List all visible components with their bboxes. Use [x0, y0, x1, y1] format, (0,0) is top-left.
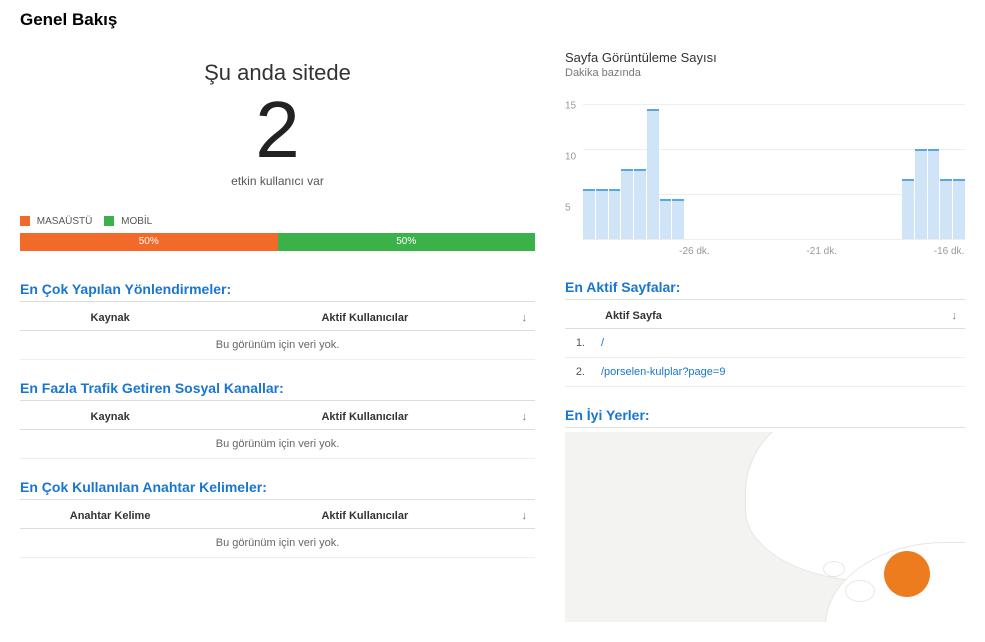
- active-pages-table: Aktif Sayfa ↓ 1. / 2. /porselen-kulplar?pag…: [565, 304, 965, 387]
- device-bar-mobile: 50%: [278, 233, 536, 251]
- device-legend: MASAÜSTÜ MOBİL: [20, 216, 535, 227]
- pageviews-chart-subtitle: Dakika bazında: [565, 67, 965, 79]
- pageviews-bar: [953, 179, 965, 239]
- legend-label-desktop: MASAÜSTÜ: [37, 216, 93, 227]
- pageviews-bar: [609, 189, 621, 239]
- referrals-heading[interactable]: En Çok Yapılan Yönlendirmeler:: [20, 281, 535, 302]
- pageviews-chart-title: Sayfa Görüntüleme Sayısı: [565, 50, 965, 65]
- keywords-col-keyword[interactable]: Anahtar Kelime: [20, 504, 200, 529]
- pageviews-bar: [596, 189, 608, 239]
- device-bar-desktop: 50%: [20, 233, 278, 251]
- referrals-col-source[interactable]: Kaynak: [20, 306, 200, 331]
- active-page-link[interactable]: /: [601, 337, 604, 349]
- x-tick: -16 dk.: [933, 246, 965, 257]
- legend-item-mobile: MOBİL: [104, 216, 152, 227]
- sort-desc-icon: ↓: [522, 510, 528, 522]
- keywords-col-users[interactable]: Aktif Kullanıcılar ↓: [200, 504, 535, 529]
- active-pages-col-page[interactable]: Aktif Sayfa ↓: [565, 304, 965, 329]
- social-table: Kaynak Aktif Kullanıcılar ↓ Bu görünüm i…: [20, 405, 535, 459]
- pageviews-bar: [621, 169, 633, 239]
- sort-desc-icon: ↓: [952, 310, 958, 322]
- x-tick: -26 dk.: [678, 246, 710, 257]
- active-users-subtext: etkin kullanıcı var: [20, 174, 535, 188]
- active-users-panel: Şu anda sitede 2 etkin kullanıcı var: [20, 60, 535, 188]
- sort-desc-icon: ↓: [522, 411, 528, 423]
- y-tick-5: 5: [565, 203, 571, 214]
- pageviews-bar: [915, 149, 927, 239]
- referrals-col-users[interactable]: Aktif Kullanıcılar ↓: [200, 306, 535, 331]
- active-users-count: 2: [20, 90, 535, 170]
- locations-map[interactable]: [565, 432, 965, 622]
- referrals-table: Kaynak Aktif Kullanıcılar ↓ Bu görünüm i…: [20, 306, 535, 360]
- social-heading[interactable]: En Fazla Trafik Getiren Sosyal Kanallar:: [20, 380, 535, 401]
- keywords-table: Anahtar Kelime Aktif Kullanıcılar ↓ Bu g…: [20, 504, 535, 558]
- pageviews-bar: [583, 189, 595, 239]
- legend-label-mobile: MOBİL: [121, 216, 152, 227]
- pageviews-bar: [902, 179, 914, 239]
- page-title: Genel Bakış: [20, 10, 965, 30]
- row-index: 1.: [565, 329, 593, 358]
- pageviews-bar: [660, 199, 672, 239]
- pageviews-bar: [672, 199, 684, 239]
- x-tick: -21 dk.: [806, 246, 838, 257]
- device-split-bar: 50% 50%: [20, 233, 535, 251]
- top-locations-heading[interactable]: En İyi Yerler:: [565, 407, 965, 428]
- pageviews-bar: [647, 109, 659, 239]
- pageviews-bar: [940, 179, 952, 239]
- pageviews-bar: [634, 169, 646, 239]
- social-col-source[interactable]: Kaynak: [20, 405, 200, 430]
- legend-swatch-desktop: [20, 216, 30, 226]
- keywords-heading[interactable]: En Çok Kullanılan Anahtar Kelimeler:: [20, 479, 535, 500]
- table-row: 2. /porselen-kulplar?page=9: [565, 358, 965, 387]
- table-row: 1. /: [565, 329, 965, 358]
- legend-swatch-mobile: [104, 216, 114, 226]
- pageviews-xaxis: -26 dk. -21 dk. -16 dk.: [583, 246, 965, 257]
- pageviews-bar: [928, 149, 940, 239]
- legend-item-desktop: MASAÜSTÜ: [20, 216, 92, 227]
- row-index: 2.: [565, 358, 593, 387]
- pageviews-chart[interactable]: 15 10 5 -26 dk. -21 dk. -16 dk.: [565, 89, 965, 259]
- sort-desc-icon: ↓: [522, 312, 528, 324]
- y-tick-15: 15: [565, 101, 576, 112]
- active-pages-heading[interactable]: En Aktif Sayfalar:: [565, 279, 965, 300]
- keywords-empty: Bu görünüm için veri yok.: [20, 529, 535, 558]
- referrals-empty: Bu görünüm için veri yok.: [20, 331, 535, 360]
- social-empty: Bu görünüm için veri yok.: [20, 430, 535, 459]
- y-tick-10: 10: [565, 152, 576, 163]
- map-location-dot[interactable]: [884, 551, 930, 597]
- social-col-users[interactable]: Aktif Kullanıcılar ↓: [200, 405, 535, 430]
- active-users-heading: Şu anda sitede: [20, 60, 535, 86]
- active-page-link[interactable]: /porselen-kulplar?page=9: [601, 366, 725, 378]
- pageviews-bars: [583, 89, 965, 239]
